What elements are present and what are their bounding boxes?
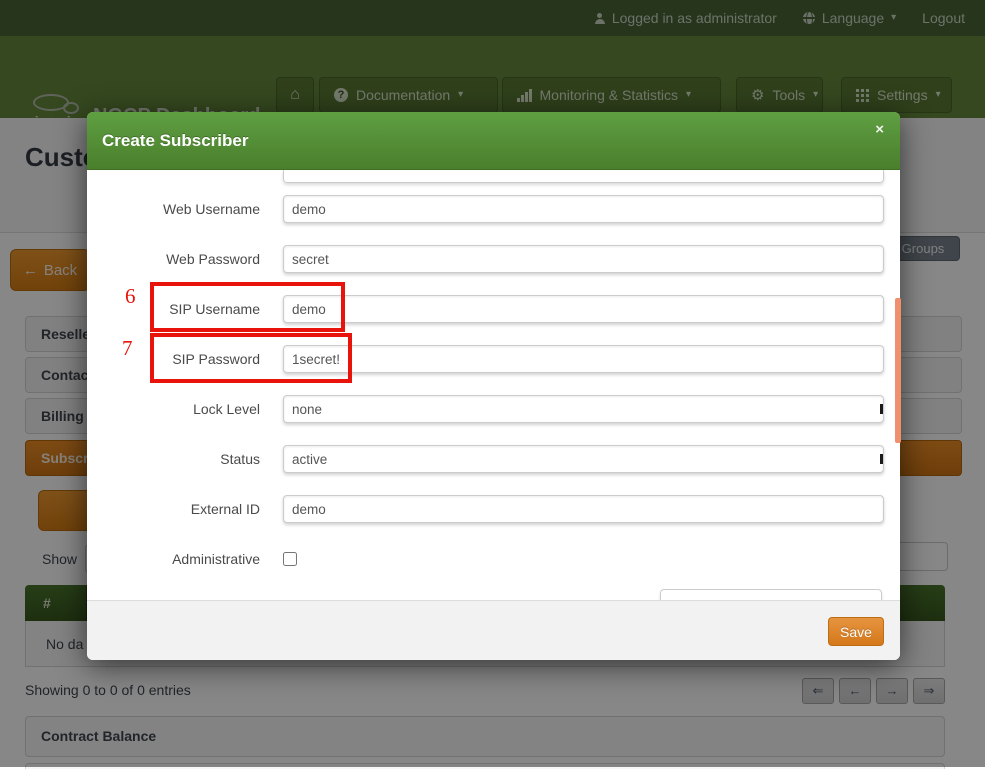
modal-scrollbar[interactable] bbox=[895, 298, 901, 443]
form-row-status: Status bbox=[87, 445, 900, 473]
form-row-lock-level: Lock Level bbox=[87, 395, 900, 423]
external-id-input[interactable] bbox=[283, 495, 884, 523]
field-label: Web Password bbox=[87, 245, 260, 273]
modal-title: Create Subscriber bbox=[102, 112, 248, 170]
web-username-input[interactable] bbox=[283, 195, 884, 223]
annotation-box-7 bbox=[150, 333, 352, 383]
status-select[interactable] bbox=[283, 445, 884, 473]
field-label: Lock Level bbox=[87, 395, 260, 423]
field-label: External ID bbox=[87, 495, 260, 523]
field-label: Web Username bbox=[87, 195, 260, 223]
sip-username-input[interactable] bbox=[283, 295, 884, 323]
modal-header: Create Subscriber × bbox=[87, 112, 900, 170]
annotation-box-6 bbox=[150, 282, 345, 332]
web-password-input[interactable] bbox=[283, 245, 884, 273]
form-row-external-id: External ID bbox=[87, 495, 900, 523]
annotation-number-6: 6 bbox=[125, 284, 136, 309]
save-button[interactable]: Save bbox=[828, 617, 884, 646]
lock-level-select[interactable] bbox=[283, 395, 884, 423]
modal-body: Web Username Web Password SIP Username S… bbox=[87, 170, 900, 600]
close-icon[interactable]: × bbox=[875, 122, 884, 137]
form-row-web-username: Web Username bbox=[87, 195, 900, 223]
field-label: Administrative bbox=[87, 545, 260, 573]
modal-footer: Save bbox=[87, 600, 900, 660]
form-row-web-password: Web Password bbox=[87, 245, 900, 273]
select-caret-icon bbox=[880, 404, 883, 414]
sip-password-input[interactable] bbox=[283, 345, 884, 373]
partial-scrolled-field bbox=[283, 170, 884, 183]
form-row-administrative: Administrative bbox=[87, 545, 900, 573]
select-caret-icon bbox=[880, 454, 883, 464]
administrative-checkbox[interactable] bbox=[283, 552, 297, 566]
field-label: Status bbox=[87, 445, 260, 473]
annotation-number-7: 7 bbox=[122, 336, 133, 361]
create-subscriber-modal: Create Subscriber × Web Username Web Pas… bbox=[87, 112, 900, 660]
